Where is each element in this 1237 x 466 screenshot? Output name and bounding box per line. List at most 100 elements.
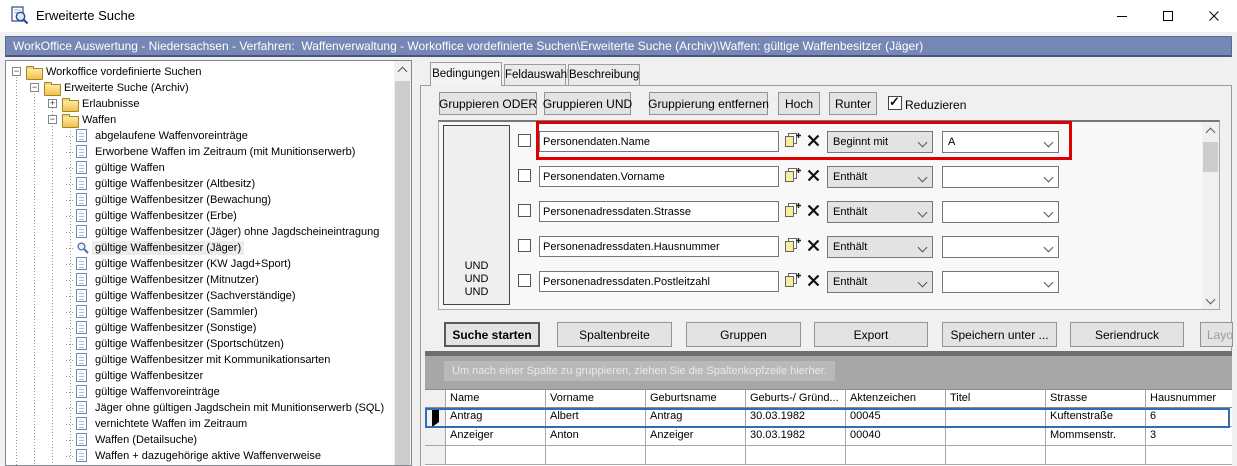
tab-feldauswahl[interactable]: Feldauswahl (504, 64, 566, 85)
tree-item[interactable]: Jäger ohne gültigen Jagdschein mit Munit… (6, 400, 376, 416)
tree-item[interactable]: gültige Waffenbesitzer (Jäger) (6, 240, 376, 256)
close-button[interactable] (1191, 0, 1237, 32)
operator-select[interactable]: Enthält (827, 201, 933, 223)
grid-column-header[interactable]: Geburtsname (646, 389, 746, 408)
add-condition-icon[interactable] (784, 132, 801, 153)
tree-item[interactable]: vernichtete Waffen im Zeitraum (6, 416, 376, 432)
value-select[interactable] (942, 236, 1059, 258)
tab-bedingungen[interactable]: Bedingungen (430, 62, 502, 86)
grid-column-header[interactable]: Name (446, 389, 546, 408)
collapse-icon[interactable]: − (12, 67, 21, 76)
delete-condition-icon[interactable] (807, 239, 820, 257)
tree-item[interactable]: gültige Waffenbesitzer (Sammler) (6, 304, 376, 320)
maximize-button[interactable] (1145, 0, 1191, 32)
grid-data-row[interactable]: AnzeigerAntonAnzeiger30.03.198200040Momm… (425, 427, 1232, 446)
tree-item[interactable]: Waffen + dazugehörige aktive Waffenverwe… (6, 448, 376, 464)
seriendruck-button[interactable]: Seriendruck (1070, 322, 1184, 347)
value-select[interactable] (942, 271, 1059, 293)
reduzieren-checkbox[interactable]: ✓ (888, 96, 902, 110)
minimize-button[interactable] (1099, 0, 1145, 32)
condition-checkbox[interactable] (518, 239, 531, 252)
delete-condition-icon[interactable] (807, 204, 820, 222)
add-condition-icon[interactable] (784, 167, 801, 188)
delete-condition-icon[interactable] (807, 274, 820, 292)
gruppieren-und-button[interactable]: Gruppieren UND (544, 92, 631, 115)
runter-button[interactable]: Runter (829, 92, 877, 115)
collapse-icon[interactable]: − (48, 115, 57, 124)
tree-item[interactable]: gültige Waffenbesitzer (KW Jagd+Sport) (6, 256, 376, 272)
gruppen-button[interactable]: Gruppen (686, 322, 801, 347)
suche-starten-button[interactable]: Suche starten (444, 322, 540, 347)
collapse-icon[interactable]: − (30, 83, 39, 92)
hoch-button[interactable]: Hoch (778, 92, 820, 115)
group-by-panel[interactable]: Um nach einer Spalte zu gruppieren, zieh… (425, 356, 1232, 389)
condition-field-input[interactable] (539, 201, 779, 222)
scroll-up-icon[interactable] (1202, 122, 1219, 139)
tree-item[interactable]: gültige Waffenbesitzer (Erbe) (6, 208, 376, 224)
tree-item[interactable]: −Erweiterte Suche (Archiv) (6, 80, 376, 96)
value-select[interactable]: A (942, 131, 1059, 153)
tree-item[interactable]: gültige Waffenbesitzer (Altbesitz) (6, 176, 376, 192)
grid-column-header[interactable]: Vorname (546, 389, 646, 408)
tree-item[interactable]: +Erlaubnisse (6, 96, 376, 112)
gruppieren-oder-button[interactable]: Gruppieren ODER (439, 92, 537, 115)
tree-item[interactable]: gültige Waffenbesitzer mit Kommunikation… (6, 352, 376, 368)
expand-icon[interactable]: + (48, 99, 57, 108)
operator-select[interactable]: Enthält (827, 271, 933, 293)
tree-item[interactable]: −Workoffice vordefinierte Suchen (6, 64, 376, 80)
grid-column-header[interactable]: Strasse (1046, 389, 1146, 408)
grid-cell (1146, 446, 1232, 465)
scroll-down-icon[interactable] (1202, 292, 1219, 309)
tree-item[interactable]: gültige Waffenbesitzer (Bewachung) (6, 192, 376, 208)
delete-condition-icon[interactable] (807, 134, 820, 152)
value-select[interactable] (942, 166, 1059, 188)
conditions-scrollbar[interactable] (1202, 122, 1219, 309)
operator-select[interactable]: Enthält (827, 166, 933, 188)
row-selector-cell[interactable] (425, 446, 446, 465)
tree-item[interactable]: gültige Waffenbesitzer (Mitnutzer) (6, 272, 376, 288)
condition-checkbox[interactable] (518, 169, 531, 182)
tree-item[interactable]: gültige Waffenbesitzer (Sportschützen) (6, 336, 376, 352)
row-selector-cell[interactable] (425, 408, 446, 427)
tree-scrollbar[interactable] (394, 61, 411, 465)
tree-scrollbar-thumb[interactable] (395, 81, 410, 465)
grid-column-header[interactable]: Aktenzeichen (846, 389, 946, 408)
tree-item[interactable]: Erworbene Waffen im Zeitraum (mit Muniti… (6, 144, 376, 160)
add-condition-icon[interactable] (784, 272, 801, 293)
condition-field-input[interactable] (539, 131, 779, 152)
row-selector-cell[interactable] (425, 427, 446, 446)
delete-condition-icon[interactable] (807, 169, 820, 187)
add-condition-icon[interactable] (784, 202, 801, 223)
operator-select[interactable]: Enthält (827, 236, 933, 258)
condition-field-input[interactable] (539, 236, 779, 257)
add-condition-icon[interactable] (784, 237, 801, 258)
condition-checkbox[interactable] (518, 134, 531, 147)
tab-beschreibung[interactable]: Beschreibung (568, 64, 640, 85)
tree-item[interactable]: gültige Waffenbesitzer (Sachverständige) (6, 288, 376, 304)
value-select[interactable] (942, 201, 1059, 223)
export-button[interactable]: Export (814, 322, 928, 347)
grid-column-header[interactable]: Titel (946, 389, 1046, 408)
grid-column-header[interactable]: Geburts-/ Gründ... (746, 389, 846, 408)
tree-item[interactable]: gültige Waffenbesitzer (Sonstige) (6, 320, 376, 336)
tree-item[interactable]: gültige Waffen (6, 160, 376, 176)
condition-checkbox[interactable] (518, 274, 531, 287)
condition-field-input[interactable] (539, 271, 779, 292)
grid-data-row[interactable]: AntragAlbertAntrag30.03.198200045Kuftens… (425, 408, 1232, 427)
tree-item[interactable]: −Waffen (6, 112, 376, 128)
scroll-up-icon[interactable] (394, 61, 411, 78)
grid-column-header[interactable]: Hausnummer (1146, 389, 1232, 408)
grid-data-row[interactable] (425, 446, 1232, 465)
operator-select[interactable]: Beginnt mit (827, 131, 933, 153)
gruppierung-entfernen-button[interactable]: Gruppierung entfernen (649, 92, 768, 115)
tree-item[interactable]: abgelaufene Waffenvoreinträge (6, 128, 376, 144)
condition-field-input[interactable] (539, 166, 779, 187)
tree-item[interactable]: gültige Waffenbesitzer (Jäger) ohne Jagd… (6, 224, 376, 240)
condition-checkbox[interactable] (518, 204, 531, 217)
tree-item[interactable]: gültige Waffenbesitzer (6, 368, 376, 384)
speichern-unter-button[interactable]: Speichern unter ... (942, 322, 1057, 347)
conditions-scrollbar-thumb[interactable] (1203, 142, 1218, 172)
tree-item[interactable]: gültige Waffenvoreinträge (6, 384, 376, 400)
tree-item[interactable]: Waffen (Detailsuche) (6, 432, 376, 448)
spaltenbreite-button[interactable]: Spaltenbreite (557, 322, 672, 347)
